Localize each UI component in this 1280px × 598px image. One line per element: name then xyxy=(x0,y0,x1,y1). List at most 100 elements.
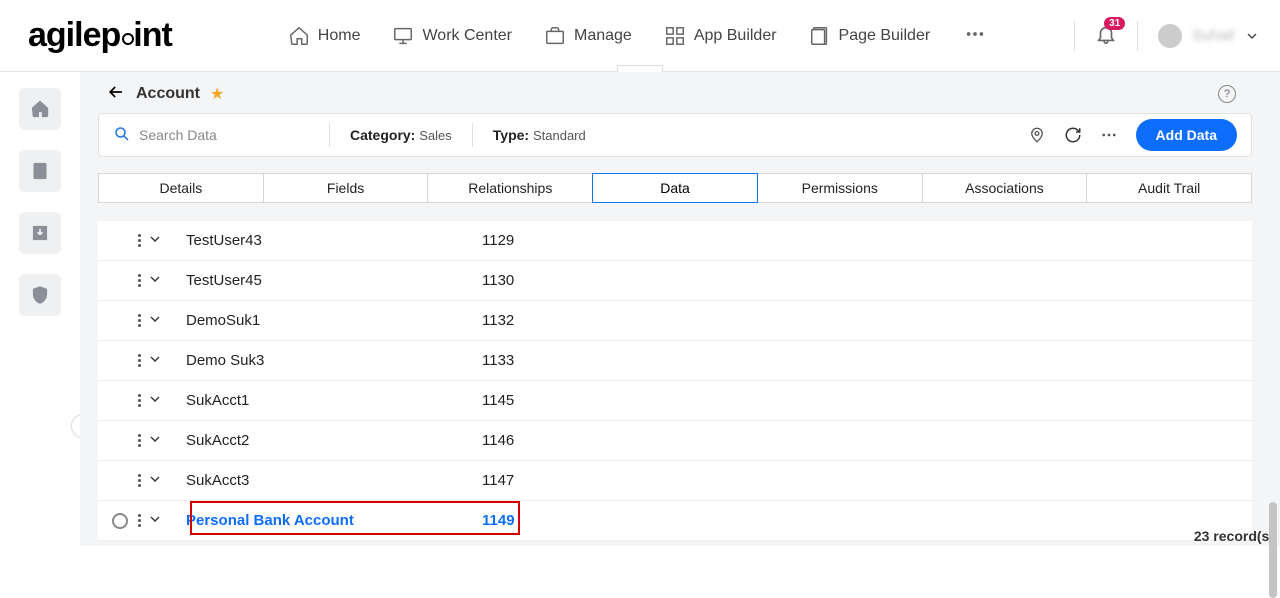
tab-relationships[interactable]: Relationships xyxy=(427,173,593,203)
row-number: 1132 xyxy=(482,312,582,329)
nav-label: Home xyxy=(318,27,361,45)
tab-fields[interactable]: Fields xyxy=(263,173,429,203)
page-header: Account ★ ? xyxy=(80,72,1270,113)
notification-count-badge: 31 xyxy=(1104,17,1125,30)
header-divider xyxy=(1074,21,1075,51)
tab-audit-trail[interactable]: Audit Trail xyxy=(1086,173,1252,203)
top-header: agilepint Home Work Center Manage App Bu… xyxy=(0,0,1280,72)
row-actions-menu[interactable] xyxy=(138,234,141,247)
row-number: 1129 xyxy=(482,232,582,249)
table-row[interactable]: SukAcct31147 xyxy=(98,461,1252,501)
grid-icon xyxy=(664,25,686,47)
row-expand-button[interactable] xyxy=(147,471,163,490)
rail-page-button[interactable] xyxy=(19,150,61,192)
table-row[interactable]: SukAcct11145 xyxy=(98,381,1252,421)
row-number: 1147 xyxy=(482,472,582,489)
category-label: Category: xyxy=(350,127,415,143)
notifications-button[interactable]: 31 xyxy=(1095,23,1117,48)
table-row[interactable]: TestUser431129 xyxy=(98,221,1252,261)
rail-security-button[interactable] xyxy=(19,274,61,316)
row-actions-menu[interactable] xyxy=(138,354,141,367)
row-expand-button[interactable] xyxy=(147,351,163,370)
table-row[interactable]: Demo Suk31133 xyxy=(98,341,1252,381)
table-row[interactable]: Personal Bank Account1149 xyxy=(98,501,1252,541)
nav-more-button[interactable] xyxy=(964,23,986,48)
left-rail xyxy=(0,72,80,546)
row-name: Demo Suk3 xyxy=(182,352,482,369)
user-name-label: Suhail xyxy=(1192,27,1234,44)
nav-label: Page Builder xyxy=(839,27,931,45)
nav-label: Manage xyxy=(574,27,632,45)
page-icon xyxy=(809,25,831,47)
row-number: 1133 xyxy=(482,352,582,369)
row-expand-button[interactable] xyxy=(147,391,163,410)
row-name: SukAcct2 xyxy=(182,432,482,449)
help-button[interactable]: ? xyxy=(1218,85,1236,103)
nav-work-center[interactable]: Work Center xyxy=(386,21,518,51)
rail-home-button[interactable] xyxy=(19,88,61,130)
brand-logo: agilepint xyxy=(28,16,172,55)
tab-permissions[interactable]: Permissions xyxy=(757,173,923,203)
search-area xyxy=(113,125,309,146)
row-expand-button[interactable] xyxy=(147,271,163,290)
filter-bar: Category: Sales Type: Standard Add Data xyxy=(98,113,1252,157)
category-filter: Category: Sales xyxy=(350,127,452,143)
user-menu[interactable]: Suhail xyxy=(1158,24,1260,48)
tabs-row: DetailsFieldsRelationshipsDataPermission… xyxy=(98,173,1252,203)
row-expand-button[interactable] xyxy=(147,431,163,450)
scrollbar-thumb[interactable] xyxy=(1269,502,1277,598)
content-area: Account ★ ? Category: Sales Type: Standa… xyxy=(80,72,1280,546)
row-name: SukAcct1 xyxy=(182,392,482,409)
row-actions-menu[interactable] xyxy=(138,434,141,447)
tab-associations[interactable]: Associations xyxy=(922,173,1088,203)
nav-label: App Builder xyxy=(694,27,777,45)
row-radio[interactable] xyxy=(112,513,128,529)
row-expand-button[interactable] xyxy=(147,231,163,250)
type-label: Type: xyxy=(493,127,529,143)
table-row[interactable]: DemoSuk11132 xyxy=(98,301,1252,341)
row-number: 1145 xyxy=(482,392,582,409)
row-actions-menu[interactable] xyxy=(138,394,141,407)
row-number: 1146 xyxy=(482,432,582,449)
record-count: 23 record(s) xyxy=(1194,528,1274,544)
nav-label: Work Center xyxy=(422,27,512,45)
tab-data[interactable]: Data xyxy=(592,173,758,203)
back-button[interactable] xyxy=(106,82,126,105)
row-number: 1149 xyxy=(482,512,582,529)
page-title: Account xyxy=(136,85,200,103)
row-expand-button[interactable] xyxy=(147,311,163,330)
rail-download-button[interactable] xyxy=(19,212,61,254)
tab-details[interactable]: Details xyxy=(98,173,264,203)
brand-part-2: int xyxy=(133,16,172,55)
refresh-button[interactable] xyxy=(1064,126,1082,144)
more-options-button[interactable] xyxy=(1100,126,1118,144)
add-data-button[interactable]: Add Data xyxy=(1136,119,1237,151)
favorite-star-icon[interactable]: ★ xyxy=(210,84,224,104)
filter-bar-right: Add Data xyxy=(1028,119,1237,151)
briefcase-icon xyxy=(544,25,566,47)
row-actions-menu[interactable] xyxy=(138,474,141,487)
location-button[interactable] xyxy=(1028,126,1046,144)
table-row[interactable]: SukAcct21146 xyxy=(98,421,1252,461)
search-icon xyxy=(113,125,131,146)
row-actions-menu[interactable] xyxy=(138,274,141,287)
table-row[interactable]: TestUser451130 xyxy=(98,261,1252,301)
type-filter: Type: Standard xyxy=(493,127,586,143)
header-right: 31 Suhail xyxy=(1074,21,1260,51)
row-number: 1130 xyxy=(482,272,582,289)
row-actions-menu[interactable] xyxy=(138,514,141,527)
nav-manage[interactable]: Manage xyxy=(538,21,638,51)
category-value: Sales xyxy=(419,128,452,143)
main-nav: Home Work Center Manage App Builder Page… xyxy=(282,21,986,51)
avatar-icon xyxy=(1158,24,1182,48)
row-name: DemoSuk1 xyxy=(182,312,482,329)
nav-app-builder[interactable]: App Builder xyxy=(658,21,783,51)
filter-divider xyxy=(472,123,473,147)
nav-home[interactable]: Home xyxy=(282,21,367,51)
filter-divider xyxy=(329,123,330,147)
row-expand-button[interactable] xyxy=(147,511,163,530)
nav-page-builder[interactable]: Page Builder xyxy=(803,21,937,51)
row-actions-menu[interactable] xyxy=(138,314,141,327)
search-input[interactable] xyxy=(139,127,309,143)
header-divider xyxy=(1137,21,1138,51)
